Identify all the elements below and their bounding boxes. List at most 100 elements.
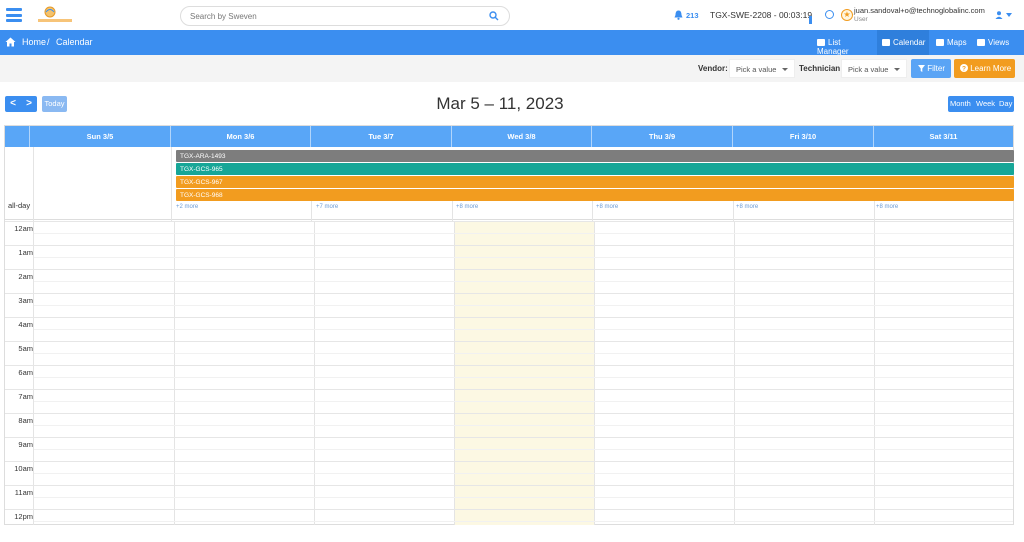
company-logo[interactable]: [36, 4, 76, 26]
search-input[interactable]: Search by Sweven: [180, 6, 510, 26]
more-events-link[interactable]: +8 more: [456, 204, 478, 210]
hour-label: 4am: [18, 320, 33, 329]
half-hour-line: [34, 401, 1013, 402]
hour-line: [5, 269, 1013, 270]
column-divider: [592, 198, 593, 221]
day-header[interactable]: Sun 3/5: [30, 126, 171, 147]
column-divider: [734, 221, 735, 525]
learn-more-button[interactable]: ? Learn More: [954, 59, 1015, 78]
vendor-select-value: Pick a value: [736, 65, 777, 74]
day-header[interactable]: Thu 3/9: [592, 126, 733, 147]
clock-icon[interactable]: [825, 10, 834, 19]
chevron-down-icon: [782, 68, 788, 71]
chevron-right-icon: >: [26, 98, 32, 109]
filter-button[interactable]: Filter: [911, 59, 951, 78]
hour-line: [5, 461, 1013, 462]
day-header[interactable]: Wed 3/8: [452, 126, 592, 147]
hour-line: [5, 317, 1013, 318]
hour-label: 1am: [18, 248, 33, 257]
hour-label: 3am: [18, 296, 33, 305]
week-view-button[interactable]: Week: [976, 96, 995, 112]
hour-line: [5, 437, 1013, 438]
day-view-button[interactable]: Day: [999, 96, 1012, 112]
hour-label: 2am: [18, 272, 33, 281]
half-hour-line: [34, 281, 1013, 282]
hour-label: 7am: [18, 392, 33, 401]
half-hour-line: [34, 497, 1013, 498]
chevron-down-icon[interactable]: [1006, 13, 1012, 17]
half-hour-line: [34, 473, 1013, 474]
today-button[interactable]: Today: [42, 96, 67, 112]
day-header[interactable]: Tue 3/7: [311, 126, 452, 147]
bell-icon[interactable]: [674, 10, 683, 20]
hour-label: 5am: [18, 344, 33, 353]
column-divider: [594, 221, 595, 525]
prev-week-button[interactable]: <: [5, 96, 21, 112]
column-divider: [454, 221, 455, 525]
half-hour-line: [34, 329, 1013, 330]
filter-bar: Vendor: Pick a value Technician: Pick a …: [0, 55, 1024, 82]
view-switcher: Month Week Day: [948, 96, 1014, 112]
hour-label: 10am: [14, 464, 33, 473]
hour-label: 12pm: [14, 512, 33, 521]
vendor-select[interactable]: Pick a value: [729, 59, 795, 78]
event-label: TGX-ARA-1493: [180, 153, 226, 160]
session-timer: TGX-SWE-2208 - 00:03:19: [710, 10, 813, 20]
more-events-link[interactable]: +8 more: [736, 204, 758, 210]
question-icon: ?: [960, 64, 968, 72]
event-label: TGX-GCS-965: [180, 166, 223, 173]
svg-text:?: ?: [962, 65, 966, 72]
hour-label: 12am: [14, 224, 33, 233]
month-view-button[interactable]: Month: [950, 96, 971, 112]
filter-icon: [918, 65, 925, 72]
breadcrumb-separator: /: [47, 37, 50, 47]
more-events-link[interactable]: +8 more: [596, 204, 618, 210]
column-divider: [452, 198, 453, 221]
nav-calendar[interactable]: Calendar: [877, 30, 929, 55]
breadcrumb-home[interactable]: Home: [22, 37, 46, 47]
menu-icon[interactable]: [6, 8, 22, 22]
more-events-link[interactable]: +8 more: [876, 204, 898, 210]
more-events-link[interactable]: +2 more: [176, 204, 198, 210]
calendar-event[interactable]: TGX-ARA-1493: [176, 150, 1014, 162]
more-events-link[interactable]: +7 more: [316, 204, 338, 210]
calendar-event[interactable]: TGX-GCS-967: [176, 176, 1014, 188]
search-icon[interactable]: [489, 11, 499, 21]
hour-label: 9am: [18, 440, 33, 449]
notification-count[interactable]: 213: [686, 11, 699, 20]
allday-label: all-day: [8, 201, 31, 210]
home-icon[interactable]: [5, 37, 16, 47]
calendar-event[interactable]: TGX-GCS-968: [176, 189, 1014, 201]
calendar-grid: Sun 3/5 Mon 3/6 Tue 3/7 Wed 3/8 Thu 3/9 …: [4, 125, 1014, 525]
calendar-event[interactable]: TGX-GCS-965: [176, 163, 1014, 175]
half-hour-line: [34, 449, 1013, 450]
filter-button-label: Filter: [927, 64, 946, 73]
half-hour-line: [34, 521, 1013, 522]
technician-select[interactable]: Pick a value: [841, 59, 907, 78]
next-week-button[interactable]: >: [21, 96, 37, 112]
nav-maps[interactable]: Maps: [933, 30, 971, 55]
event-label: TGX-GCS-967: [180, 179, 223, 186]
hour-line: [5, 341, 1013, 342]
column-divider: [314, 221, 315, 525]
nav-label: Calendar: [893, 38, 926, 47]
day-header[interactable]: Mon 3/6: [171, 126, 311, 147]
pause-icon[interactable]: [809, 11, 816, 42]
chevron-left-icon: <: [10, 98, 16, 109]
column-divider: [33, 147, 34, 525]
nav-views[interactable]: Views: [974, 30, 1014, 55]
top-header: Search by Sweven 213 TGX-SWE-2208 - 00:0…: [0, 0, 1024, 42]
user-email[interactable]: juan.sandoval+o@technoglobalinc.com: [854, 6, 985, 15]
breadcrumb-current: Calendar: [56, 37, 93, 47]
day-header[interactable]: Fri 3/10: [733, 126, 874, 147]
technician-label: Technician:: [799, 64, 843, 73]
hour-line: [5, 389, 1013, 390]
hour-line: [5, 413, 1013, 414]
nav-bar: Home / Calendar List Manager Calendar Ma…: [0, 30, 1024, 56]
hour-label: 6am: [18, 368, 33, 377]
vendor-label: Vendor:: [698, 64, 728, 73]
column-divider: [174, 221, 175, 525]
day-header[interactable]: Sat 3/11: [874, 126, 1013, 147]
user-icon[interactable]: [995, 11, 1003, 19]
nav-list-manager[interactable]: List Manager: [814, 30, 874, 56]
